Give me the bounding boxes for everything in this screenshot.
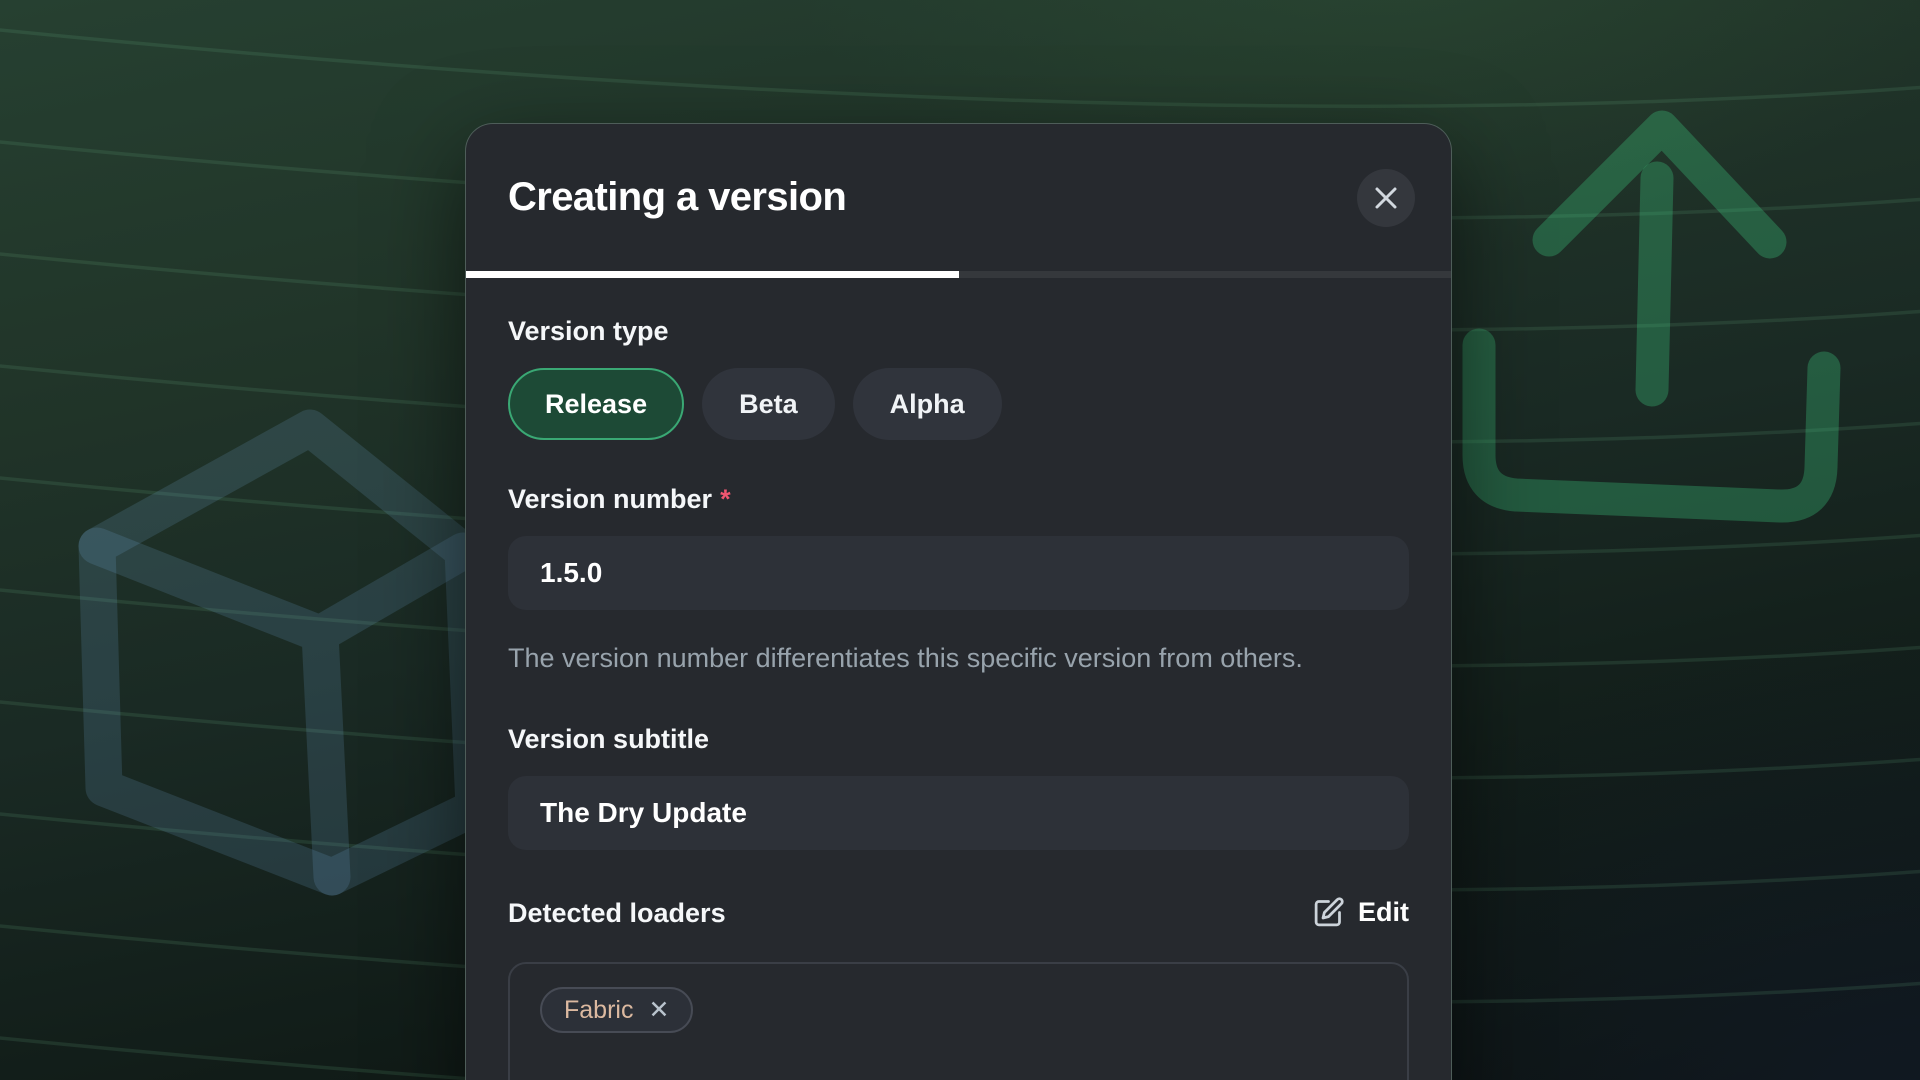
close-button[interactable] (1357, 169, 1415, 227)
required-asterisk: * (720, 484, 731, 514)
version-number-input[interactable] (508, 536, 1409, 610)
version-subtitle-label: Version subtitle (508, 724, 1409, 754)
cube-wireframe-decoration (97, 428, 474, 877)
pencil-square-icon (1312, 896, 1345, 929)
edit-loaders-button[interactable]: Edit (1312, 896, 1409, 929)
version-type-release-button[interactable]: Release (508, 368, 684, 440)
detected-loaders-header: Detected loaders Edit (508, 896, 1409, 929)
step-progress-track (466, 271, 1451, 278)
loader-chip-fabric: Fabric ✕ (540, 987, 693, 1033)
edit-label: Edit (1358, 897, 1409, 928)
close-icon (1373, 185, 1399, 211)
modal-header: Creating a version (466, 124, 1451, 271)
modal-title: Creating a version (508, 175, 846, 220)
version-subtitle-input[interactable] (508, 776, 1409, 850)
progress-fill (466, 271, 959, 278)
detected-loaders-box: Fabric ✕ (508, 962, 1409, 1080)
detected-loaders-label: Detected loaders (508, 898, 726, 928)
upload-arrow-decoration (1479, 127, 1824, 506)
remove-loader-x-icon[interactable]: ✕ (648, 998, 669, 1023)
version-number-label: Version number * (508, 484, 1409, 514)
page-background: Creating a version Version type Release … (0, 0, 1920, 1080)
loader-name: Fabric (564, 996, 633, 1025)
create-version-modal: Creating a version Version type Release … (465, 123, 1452, 1080)
modal-body: Version type Release Beta Alpha Version … (466, 278, 1451, 1080)
version-type-options: Release Beta Alpha (508, 368, 1409, 440)
version-type-beta-button[interactable]: Beta (702, 368, 835, 440)
version-type-label: Version type (508, 316, 1409, 346)
version-number-help: The version number differentiates this s… (508, 636, 1338, 680)
version-type-alpha-button[interactable]: Alpha (853, 368, 1002, 440)
version-number-label-text: Version number (508, 484, 712, 514)
